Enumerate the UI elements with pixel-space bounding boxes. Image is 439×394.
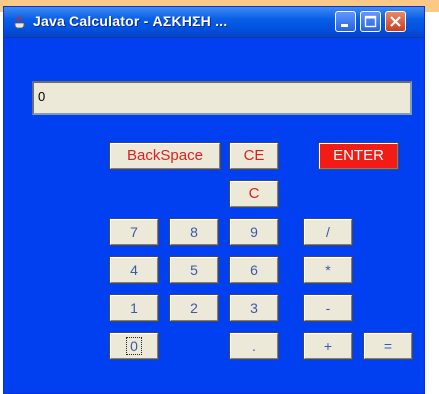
close-button[interactable]	[385, 11, 406, 32]
digit-9-button[interactable]: 9	[229, 218, 279, 246]
clear-button[interactable]: C	[229, 180, 279, 208]
digit-3-button[interactable]: 3	[229, 294, 279, 322]
title-bar[interactable]: Java Calculator - ΑΣΚΗΣΗ ...	[4, 7, 424, 38]
digit-0-label: 0	[126, 337, 142, 355]
backspace-button[interactable]: BackSpace	[109, 142, 221, 170]
enter-button[interactable]: ENTER	[318, 142, 399, 170]
window-title: Java Calculator - ΑΣΚΗΣΗ ...	[33, 13, 228, 29]
decimal-point-button[interactable]: .	[229, 332, 279, 360]
digit-0-button[interactable]: 0	[109, 332, 159, 360]
maximize-icon	[364, 15, 377, 28]
digit-5-button[interactable]: 5	[169, 256, 219, 284]
minimize-icon	[341, 24, 348, 27]
digit-7-button[interactable]: 7	[109, 218, 159, 246]
calculator-window: Java Calculator - ΑΣΚΗΣΗ ... 0 BackSpace…	[3, 6, 425, 394]
close-icon	[390, 16, 401, 27]
plus-button[interactable]: +	[303, 332, 353, 360]
calculator-display[interactable]: 0	[32, 81, 412, 115]
digit-4-button[interactable]: 4	[109, 256, 159, 284]
clear-entry-button[interactable]: CE	[229, 142, 279, 170]
minus-button[interactable]: -	[303, 294, 353, 322]
multiply-button[interactable]: *	[303, 256, 353, 284]
java-coffee-icon	[12, 14, 28, 30]
minimize-button[interactable]	[335, 11, 356, 32]
divide-button[interactable]: /	[303, 218, 353, 246]
digit-1-button[interactable]: 1	[109, 294, 159, 322]
equals-button[interactable]: =	[363, 332, 413, 360]
maximize-button[interactable]	[360, 11, 381, 32]
digit-2-button[interactable]: 2	[169, 294, 219, 322]
digit-8-button[interactable]: 8	[169, 218, 219, 246]
digit-6-button[interactable]: 6	[229, 256, 279, 284]
